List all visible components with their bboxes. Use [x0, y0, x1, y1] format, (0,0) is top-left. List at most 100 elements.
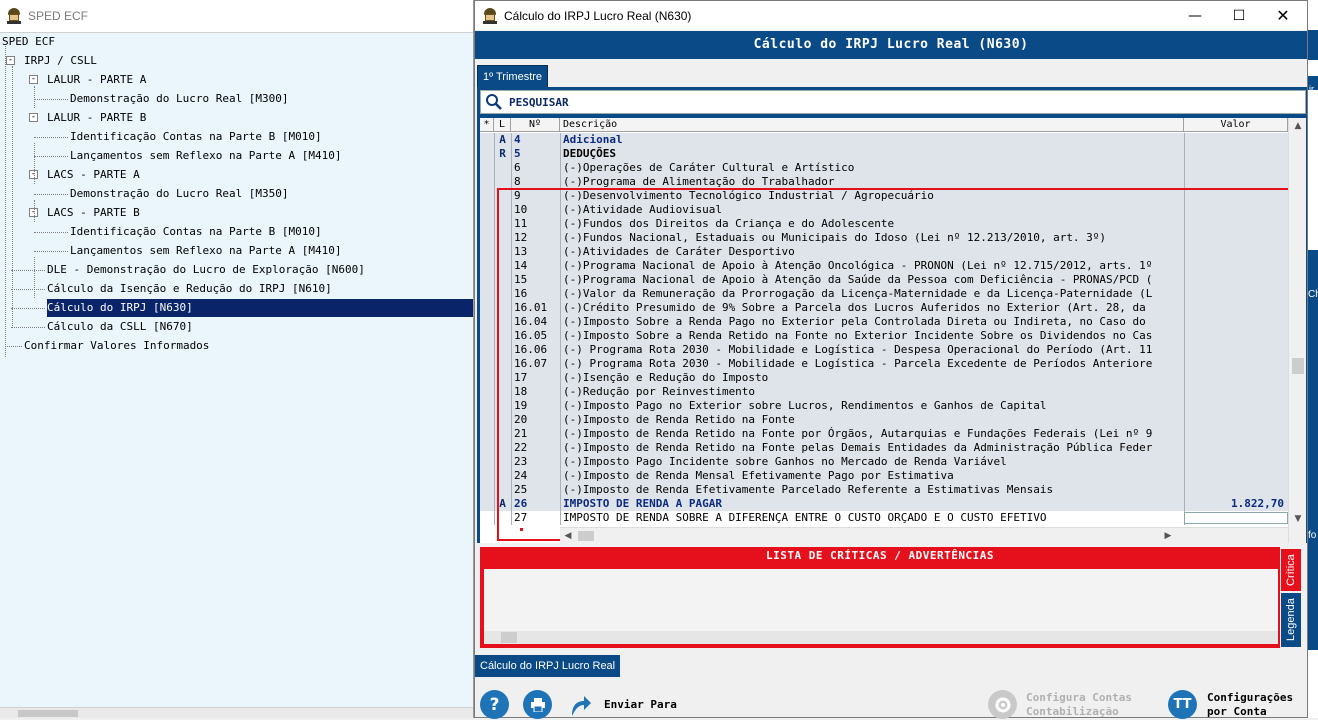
table-row[interactable]: 22 (-)Imposto de Renda Retido na Fonte pe…	[480, 441, 1288, 455]
background-window-edge: ir Ch fo	[1308, 0, 1318, 718]
tree-collapse-icon[interactable]: -	[29, 113, 38, 122]
tree-item[interactable]: Cálculo do IRPJ [N630]	[47, 299, 473, 317]
tree-item[interactable]: Identificação Contas na Parte B [M010]	[70, 128, 322, 146]
cell-marker	[480, 147, 494, 161]
table-row[interactable]: A 26 IMPOSTO DE RENDA A PAGAR 1.822,70	[480, 497, 1288, 511]
cell-l	[494, 511, 511, 525]
minimize-icon[interactable]: —	[1173, 1, 1217, 30]
maximize-icon[interactable]: ☐	[1217, 1, 1261, 30]
tree-item[interactable]: Lançamentos sem Reflexo na Parte A [M410…	[70, 242, 342, 260]
cell-marker	[480, 329, 494, 343]
send-arrow-icon[interactable]	[568, 691, 592, 717]
tree-item[interactable]: DLE - Demonstração do Lucro de Exploraçã…	[47, 261, 365, 279]
scroll-left-icon[interactable]: ◀	[560, 528, 576, 544]
tree-horizontal-scrollbar[interactable]	[0, 707, 473, 718]
tree-item[interactable]: Cálculo da Isenção e Redução do IRPJ [N6…	[47, 280, 332, 298]
table-row[interactable]: 20 (-)Imposto de Renda Retido na Fonte	[480, 413, 1288, 427]
table-row[interactable]: 16.04 (-)Imposto Sobre a Renda Pago no Ex…	[480, 315, 1288, 329]
table-row[interactable]: 14 (-)Programa Nacional de Apoio à Atençã…	[480, 259, 1288, 273]
search-input[interactable]: PESQUISAR	[480, 90, 1306, 114]
table-row[interactable]: 19 (-)Imposto Pago no Exterior sobre Lucr…	[480, 399, 1288, 413]
table-row[interactable]: 16 (-)Valor da Remuneração da Prorrogação…	[480, 287, 1288, 301]
scroll-thumb[interactable]	[1292, 358, 1304, 374]
tree-item[interactable]: Demonstração do Lucro Real [M300]	[70, 90, 289, 108]
tree-item[interactable]: LALUR - PARTE B	[47, 109, 146, 127]
table-row[interactable]: 16.01 (-)Crédito Presumido de 9% Sobre a …	[480, 301, 1288, 315]
cell-v	[1184, 441, 1284, 455]
table-row[interactable]: 15 (-)Programa Nacional de Apoio à Atençã…	[480, 273, 1288, 287]
column-descricao[interactable]: Descrição	[560, 118, 1184, 132]
table-row[interactable]: R 5 DEDUÇÕES	[480, 147, 1288, 161]
tree-connector	[34, 251, 68, 252]
cell-l	[494, 175, 511, 189]
column-numero[interactable]: Nº	[511, 118, 560, 132]
grid-vertical-scrollbar[interactable]: ▲ ▼	[1288, 118, 1306, 543]
print-icon[interactable]	[523, 690, 552, 719]
tree-item[interactable]: Demonstração do Lucro Real [M350]	[70, 185, 289, 203]
config-por-conta-button[interactable]: Configurações por Conta	[1207, 691, 1293, 719]
table-row[interactable]: 16.06 (-) Programa Rota 2030 - Mobilidade…	[480, 343, 1288, 357]
hscroll-thumb[interactable]	[578, 531, 594, 541]
scroll-right-icon[interactable]: ▶	[1160, 528, 1176, 544]
cell-n: 15	[514, 273, 528, 286]
column-star[interactable]: *	[480, 118, 494, 132]
column-l[interactable]: L	[494, 118, 511, 132]
criticas-horizontal-scrollbar[interactable]	[484, 631, 1278, 644]
table-row[interactable]: 16.07 (-) Programa Rota 2030 - Mobilidade…	[480, 357, 1288, 371]
table-row[interactable]: 27 IMPOSTO DE RENDA SOBRE A DIFERENÇA ENT…	[480, 511, 1288, 525]
gear-gray-icon[interactable]	[988, 690, 1017, 719]
table-row[interactable]: 25 (-)Imposto de Renda Efetivamente Parce…	[480, 483, 1288, 497]
tab-legenda[interactable]: Legenda	[1281, 593, 1301, 647]
tree-window: SPED ECF SPED ECF IRPJ / CSLL - LALUR - PAR…	[0, 0, 474, 718]
tree-item[interactable]: LACS - PARTE A	[47, 166, 140, 184]
table-row[interactable]: 23 (-)Imposto Pago Incidente sobre Ganhos…	[480, 455, 1288, 469]
tree-item[interactable]: Lançamentos sem Reflexo na Parte A [M410…	[70, 147, 342, 165]
help-icon[interactable]: ?	[480, 690, 509, 719]
table-row[interactable]: 9 (-)Desenvolvimento Tecnológico Industri…	[480, 189, 1288, 203]
tree-item[interactable]: IRPJ / CSLL	[24, 52, 97, 70]
cell-marker	[480, 287, 494, 301]
scroll-up-icon[interactable]: ▲	[1290, 118, 1306, 134]
tree-collapse-icon[interactable]: -	[6, 56, 15, 65]
config-por-conta-icon[interactable]: TT	[1168, 690, 1197, 719]
column-valor[interactable]: Valor	[1184, 118, 1288, 132]
table-row[interactable]: 13 (-)Atividades de Caráter Desportivo	[480, 245, 1288, 259]
cell-v	[1184, 413, 1284, 427]
cell-n: 11	[514, 217, 528, 230]
table-row[interactable]: A 4 Adicional	[480, 133, 1288, 147]
close-icon[interactable]: ✕	[1261, 1, 1305, 30]
tree-item[interactable]: Cálculo da CSLL [N670]	[47, 318, 193, 336]
cell-d: (-)Desenvolvimento Tecnológico Industria…	[563, 189, 934, 202]
table-row[interactable]: 10 (-)Atividade Audiovisual	[480, 203, 1288, 217]
tree-item[interactable]: Identificação Contas na Parte B [M010]	[70, 223, 322, 241]
table-row[interactable]: 18 (-)Redução por Reinvestimento	[480, 385, 1288, 399]
tab-1-trimestre[interactable]: 1º Trimestre	[477, 65, 549, 87]
table-row[interactable]: 17 (-)Isenção e Redução do Imposto	[480, 371, 1288, 385]
table-row[interactable]: 16.05 (-)Imposto Sobre a Renda Retido na …	[480, 329, 1288, 343]
cell-v	[1184, 189, 1284, 203]
tree-item[interactable]: LALUR - PARTE A	[47, 71, 146, 89]
page-header: Cálculo do IRPJ Lucro Real (N630)	[475, 31, 1307, 59]
tree-item[interactable]: LACS - PARTE B	[47, 204, 140, 222]
tree-item[interactable]: Confirmar Valores Informados	[24, 337, 209, 355]
cell-d: (-)Programa Nacional de Apoio à Atenção …	[563, 273, 1153, 286]
cell-v	[1184, 203, 1284, 217]
tree-collapse-icon[interactable]: -	[29, 75, 38, 84]
config-contas-button[interactable]: Configura Contas Contabilização	[1026, 691, 1132, 719]
valor-input[interactable]	[1184, 512, 1288, 524]
table-row[interactable]: 11 (-)Fundos dos Direitos da Criança e do…	[480, 217, 1288, 231]
send-to-button[interactable]: Enviar Para	[604, 698, 677, 712]
table-row[interactable]: 12 (-)Fundos Nacional, Estaduais ou Munic…	[480, 231, 1288, 245]
tab-critica[interactable]: Crítica	[1281, 549, 1301, 591]
grid-horizontal-scrollbar[interactable]: ◀ ▶	[560, 527, 1288, 543]
table-row[interactable]: 8 (-)Programa de Alimentação do Trabalhad…	[480, 175, 1288, 189]
tree-item[interactable]: SPED ECF	[2, 33, 55, 51]
table-row[interactable]: 24 (-)Imposto de Renda Mensal Efetivament…	[480, 469, 1288, 483]
table-row[interactable]: 21 (-)Imposto de Renda Retido na Fonte po…	[480, 427, 1288, 441]
cell-v	[1184, 315, 1284, 329]
scroll-down-icon[interactable]: ▼	[1290, 511, 1306, 527]
table-row[interactable]: 6 (-)Operações de Caráter Cultural e Artí…	[480, 161, 1288, 175]
cell-n: 25	[514, 483, 528, 496]
bottom-tab-calculo-irpj[interactable]: Cálculo do IRPJ Lucro Real	[475, 655, 621, 677]
criticas-list[interactable]	[484, 569, 1278, 644]
